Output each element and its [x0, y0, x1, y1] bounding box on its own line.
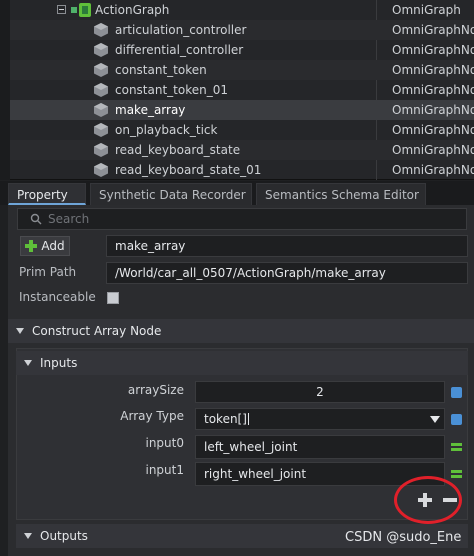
tree-row[interactable]: on_playback_tick OmniGraphNode [10, 120, 474, 140]
tree-row-selected[interactable]: make_array OmniGraphNode [10, 100, 474, 120]
tree-item-label: on_playback_tick [115, 123, 218, 137]
tree-item-type: OmniGraph [392, 3, 461, 17]
prim-path-label: Prim Path [19, 265, 77, 279]
tree-item-label: read_keyboard_state [115, 143, 241, 157]
prim-cube-icon [94, 103, 108, 117]
input0-field[interactable]: left_wheel_joint [195, 435, 445, 459]
tree-item-type: OmniGraphNode [392, 83, 474, 97]
panel-tabs: Property Synthetic Data Recorder Semanti… [0, 181, 474, 205]
prim-cube-icon [94, 163, 108, 177]
prim-cube-icon [94, 143, 108, 157]
section-title: Construct Array Node [32, 324, 162, 338]
prim-path-field[interactable]: /World/car_all_0507/ActionGraph/make_arr… [106, 262, 468, 284]
watermark: CSDN @sudo_Ene [345, 530, 462, 545]
tree-row-actiongraph[interactable]: ActionGraph OmniGraph [10, 0, 474, 20]
array-type-dropdown[interactable]: token[] [195, 408, 445, 430]
tree-item-label: articulation_controller [115, 23, 247, 37]
input0-label: input0 [145, 436, 184, 450]
tree-row[interactable]: read_keyboard_state OmniGraphNode [10, 140, 474, 160]
tree-item-label: constant_token [115, 63, 207, 77]
add-button[interactable]: Add [20, 236, 70, 256]
tree-item-label: differential_controller [115, 43, 244, 57]
tree-row[interactable]: read_keyboard_state_01 OmniGraphNode [10, 160, 474, 180]
tree-item-type: OmniGraphNode [392, 123, 474, 137]
instanceable-checkbox[interactable] [107, 292, 119, 304]
add-icon [25, 240, 38, 252]
chevron-down-icon[interactable] [430, 416, 440, 423]
tab-semantics-schema-editor[interactable]: Semantics Schema Editor [256, 183, 426, 205]
add-label: Add [41, 239, 65, 253]
tab-synthetic-data-recorder[interactable]: Synthetic Data Recorder [90, 183, 252, 205]
prim-cube-icon [94, 123, 108, 137]
attribute-toggle-icon[interactable] [451, 414, 462, 425]
prim-cube-icon [94, 23, 108, 37]
tree-row[interactable]: articulation_controller OmniGraphNode [10, 20, 474, 40]
tab-property[interactable]: Property [8, 183, 86, 205]
tree-item-label: constant_token_01 [115, 83, 228, 97]
input1-label: input1 [145, 463, 184, 477]
tree-item-type: OmniGraphNode [392, 63, 474, 77]
outputs-title: Outputs [40, 529, 88, 543]
collapse-triangle-icon [16, 328, 24, 334]
tree-row[interactable]: constant_token_01 OmniGraphNode [10, 80, 474, 100]
tree-item-label: read_keyboard_state_01 [115, 163, 262, 177]
instanceable-label: Instanceable [19, 290, 96, 304]
collapse-triangle-icon [24, 360, 32, 366]
text-cursor [247, 413, 249, 425]
collapse-icon[interactable] [57, 5, 66, 14]
stage-tree: ActionGraph OmniGraph articulation_contr… [0, 0, 474, 180]
array-type-value: token[] [204, 412, 247, 426]
array-size-field[interactable]: 2 [195, 381, 445, 403]
section-inputs[interactable]: Inputs [16, 351, 468, 375]
search-input[interactable]: Search [17, 208, 467, 230]
prim-cube-icon [94, 83, 108, 97]
tree-item-type: OmniGraphNode [392, 23, 474, 37]
tree-item-type: OmniGraphNode [392, 43, 474, 57]
prim-cube-icon [94, 63, 108, 77]
array-size-label: arraySize [127, 383, 184, 397]
tree-gutter [0, 0, 10, 180]
prim-name-field[interactable]: make_array [106, 235, 468, 257]
tree-item-type: OmniGraphNode [392, 163, 474, 177]
omnigraph-icon [71, 3, 91, 17]
highlight-circle [394, 476, 462, 524]
tree-item-label: ActionGraph [95, 3, 170, 17]
prim-cube-icon [94, 43, 108, 57]
collapse-triangle-icon [24, 533, 32, 539]
section-construct-array-node[interactable]: Construct Array Node [8, 319, 474, 343]
search-placeholder: Search [48, 212, 90, 226]
array-type-label: Array Type [120, 409, 184, 423]
inputs-title: Inputs [40, 356, 78, 370]
tree-item-type: OmniGraphNode [392, 143, 474, 157]
tree-item-type: OmniGraphNode [392, 103, 474, 117]
connection-icon[interactable] [451, 441, 462, 452]
tree-item-label: make_array [115, 103, 186, 117]
connection-icon[interactable] [451, 468, 462, 479]
attribute-toggle-icon[interactable] [451, 387, 462, 398]
search-icon [30, 213, 42, 225]
tree-row[interactable]: constant_token OmniGraphNode [10, 60, 474, 80]
tree-row[interactable]: differential_controller OmniGraphNode [10, 40, 474, 60]
